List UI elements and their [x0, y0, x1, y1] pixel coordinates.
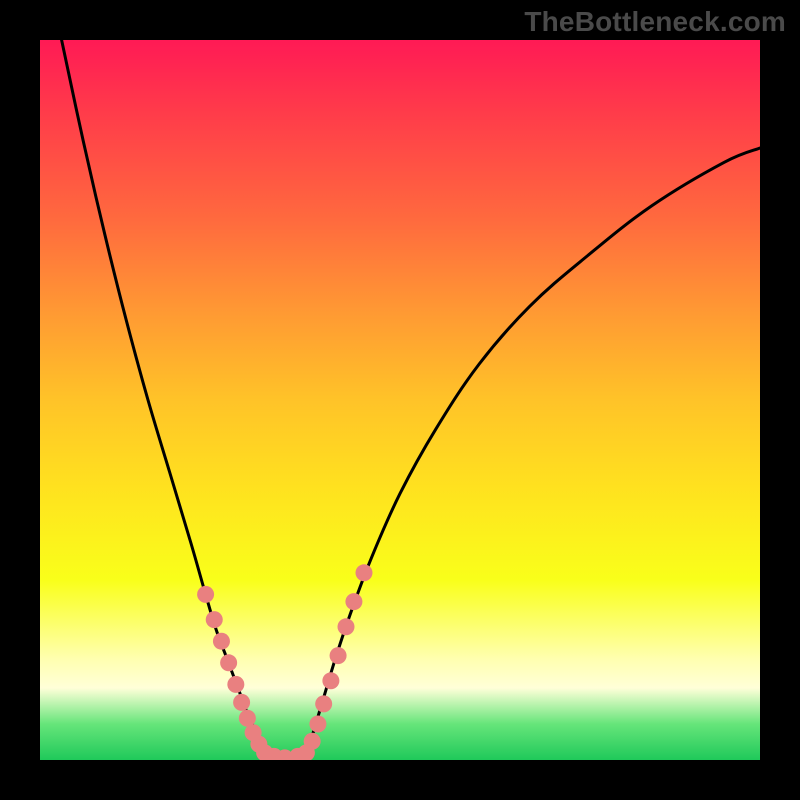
- marker-group: [197, 564, 372, 760]
- data-marker: [197, 586, 214, 603]
- data-marker: [322, 672, 339, 689]
- data-marker: [315, 695, 332, 712]
- series-left-curve: [62, 40, 267, 756]
- data-marker: [338, 618, 355, 635]
- data-marker: [309, 716, 326, 733]
- data-marker: [233, 694, 250, 711]
- series-right-curve: [306, 148, 760, 756]
- curve-group: [62, 40, 760, 759]
- data-marker: [345, 593, 362, 610]
- chart-frame: TheBottleneck.com: [0, 0, 800, 800]
- watermark-text: TheBottleneck.com: [524, 6, 786, 38]
- data-marker: [213, 633, 230, 650]
- curve-layer: [40, 40, 760, 760]
- data-marker: [330, 647, 347, 664]
- data-marker: [220, 654, 237, 671]
- data-marker: [304, 733, 321, 750]
- plot-area: [40, 40, 760, 760]
- data-marker: [356, 564, 373, 581]
- data-marker: [206, 611, 223, 628]
- data-marker: [227, 676, 244, 693]
